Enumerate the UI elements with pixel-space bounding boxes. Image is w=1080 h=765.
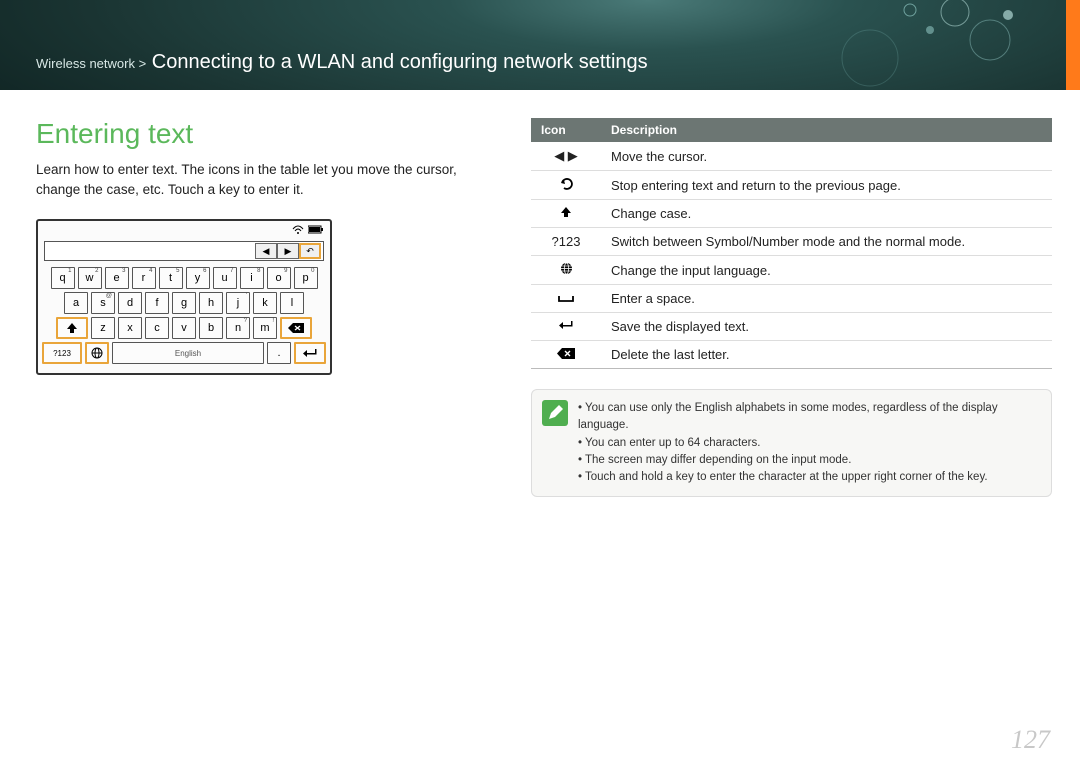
shift-key[interactable] [56,317,88,339]
note-box: You can use only the English alphabets i… [531,389,1052,497]
table-header-desc: Description [601,118,1052,142]
period-key[interactable]: . [267,342,291,364]
key-q[interactable]: q1 [51,267,75,289]
globe-key[interactable] [85,342,109,364]
table-cell-desc: Move the cursor. [601,142,1052,171]
page-number: 127 [1011,725,1050,755]
content-area: Entering text Learn how to enter text. T… [0,90,1080,497]
key-m[interactable]: m! [253,317,277,339]
key-n[interactable]: n? [226,317,250,339]
page-title: Connecting to a WLAN and configuring net… [152,51,648,73]
key-z[interactable]: z [91,317,115,339]
globe-icon [531,256,601,285]
table-row: Change the input language. [531,256,1052,285]
table-cell-desc: Delete the last letter. [601,341,1052,369]
note-item: Touch and hold a key to enter the charac… [578,469,1039,486]
key-e[interactable]: e3 [105,267,129,289]
enter-key[interactable] [294,342,326,364]
table-cell-desc: Enter a space. [601,285,1052,313]
backspace-icon [531,341,601,369]
key-f[interactable]: f [145,292,169,314]
table-cell-desc: Save the displayed text. [601,313,1052,341]
breadcrumb: Wireless network > Connecting to a WLAN … [36,51,648,74]
orange-accent-bar [1066,0,1080,90]
key-c[interactable]: c [145,317,169,339]
onscreen-keyboard: ◀ ▶ ↶ q1w2e3r4t5y6u7i8o9p0 as@dfghj'kl z… [36,219,332,375]
table-row: Stop entering text and return to the pre… [531,171,1052,200]
key-u[interactable]: u7 [213,267,237,289]
key-p[interactable]: p0 [294,267,318,289]
key-a[interactable]: a [64,292,88,314]
key-o[interactable]: o9 [267,267,291,289]
table-cell-desc: Switch between Symbol/Number mode and th… [601,228,1052,256]
icon-description-table: Icon Description ◀ ▶Move the cursor.Stop… [531,118,1052,369]
key-y[interactable]: y6 [186,267,210,289]
cursor-arrows-icon: ◀ ▶ [531,142,601,171]
table-row: ?123Switch between Symbol/Number mode an… [531,228,1052,256]
table-row: Save the displayed text. [531,313,1052,341]
table-row: Delete the last letter. [531,341,1052,369]
note-item: You can use only the English alphabets i… [578,400,1039,435]
key-i[interactable]: i8 [240,267,264,289]
keyboard-status-bar [38,221,330,239]
table-row: Change case. [531,200,1052,228]
section-title: Entering text [36,118,491,150]
table-row: ◀ ▶Move the cursor. [531,142,1052,171]
key-g[interactable]: g [172,292,196,314]
battery-icon [308,225,324,237]
back-icon [531,171,601,200]
intro-text: Learn how to enter text. The icons in th… [36,160,491,199]
space-icon [531,285,601,313]
shift-icon [531,200,601,228]
back-button[interactable]: ↶ [299,243,321,259]
keyboard-text-input[interactable]: ◀ ▶ ↶ [44,241,324,261]
decorative-circles [790,0,1040,90]
right-column: Icon Description ◀ ▶Move the cursor.Stop… [531,118,1052,497]
key-x[interactable]: x [118,317,142,339]
notes-list: You can use only the English alphabets i… [578,400,1039,486]
backspace-key[interactable] [280,317,312,339]
key-k[interactable]: k [253,292,277,314]
key-j[interactable]: j' [226,292,250,314]
key-t[interactable]: t5 [159,267,183,289]
keyboard-rows: q1w2e3r4t5y6u7i8o9p0 as@dfghj'kl zxcvbn?… [38,265,330,373]
key-r[interactable]: r4 [132,267,156,289]
cursor-left-button[interactable]: ◀ [255,243,277,259]
table-cell-desc: Stop entering text and return to the pre… [601,171,1052,200]
table-cell-desc: Change case. [601,200,1052,228]
note-item: You can enter up to 64 characters. [578,435,1039,452]
note-item: The screen may differ depending on the i… [578,452,1039,469]
table-header-icon: Icon [531,118,601,142]
page-header: Wireless network > Connecting to a WLAN … [0,0,1080,90]
table-row: Enter a space. [531,285,1052,313]
key-b[interactable]: b [199,317,223,339]
key-l[interactable]: l [280,292,304,314]
symbol-mode-icon: ?123 [531,228,601,256]
key-h[interactable]: h [199,292,223,314]
wifi-icon [292,225,304,238]
key-d[interactable]: d [118,292,142,314]
key-w[interactable]: w2 [78,267,102,289]
breadcrumb-prefix: Wireless network > [36,56,146,71]
table-cell-desc: Change the input language. [601,256,1052,285]
left-column: Entering text Learn how to enter text. T… [36,118,491,497]
cursor-right-button[interactable]: ▶ [277,243,299,259]
enter-icon [531,313,601,341]
key-s[interactable]: s@ [91,292,115,314]
space-key[interactable]: English [112,342,264,364]
symbol-mode-key[interactable]: ?123 [42,342,82,364]
note-pen-icon [542,400,568,426]
key-v[interactable]: v [172,317,196,339]
